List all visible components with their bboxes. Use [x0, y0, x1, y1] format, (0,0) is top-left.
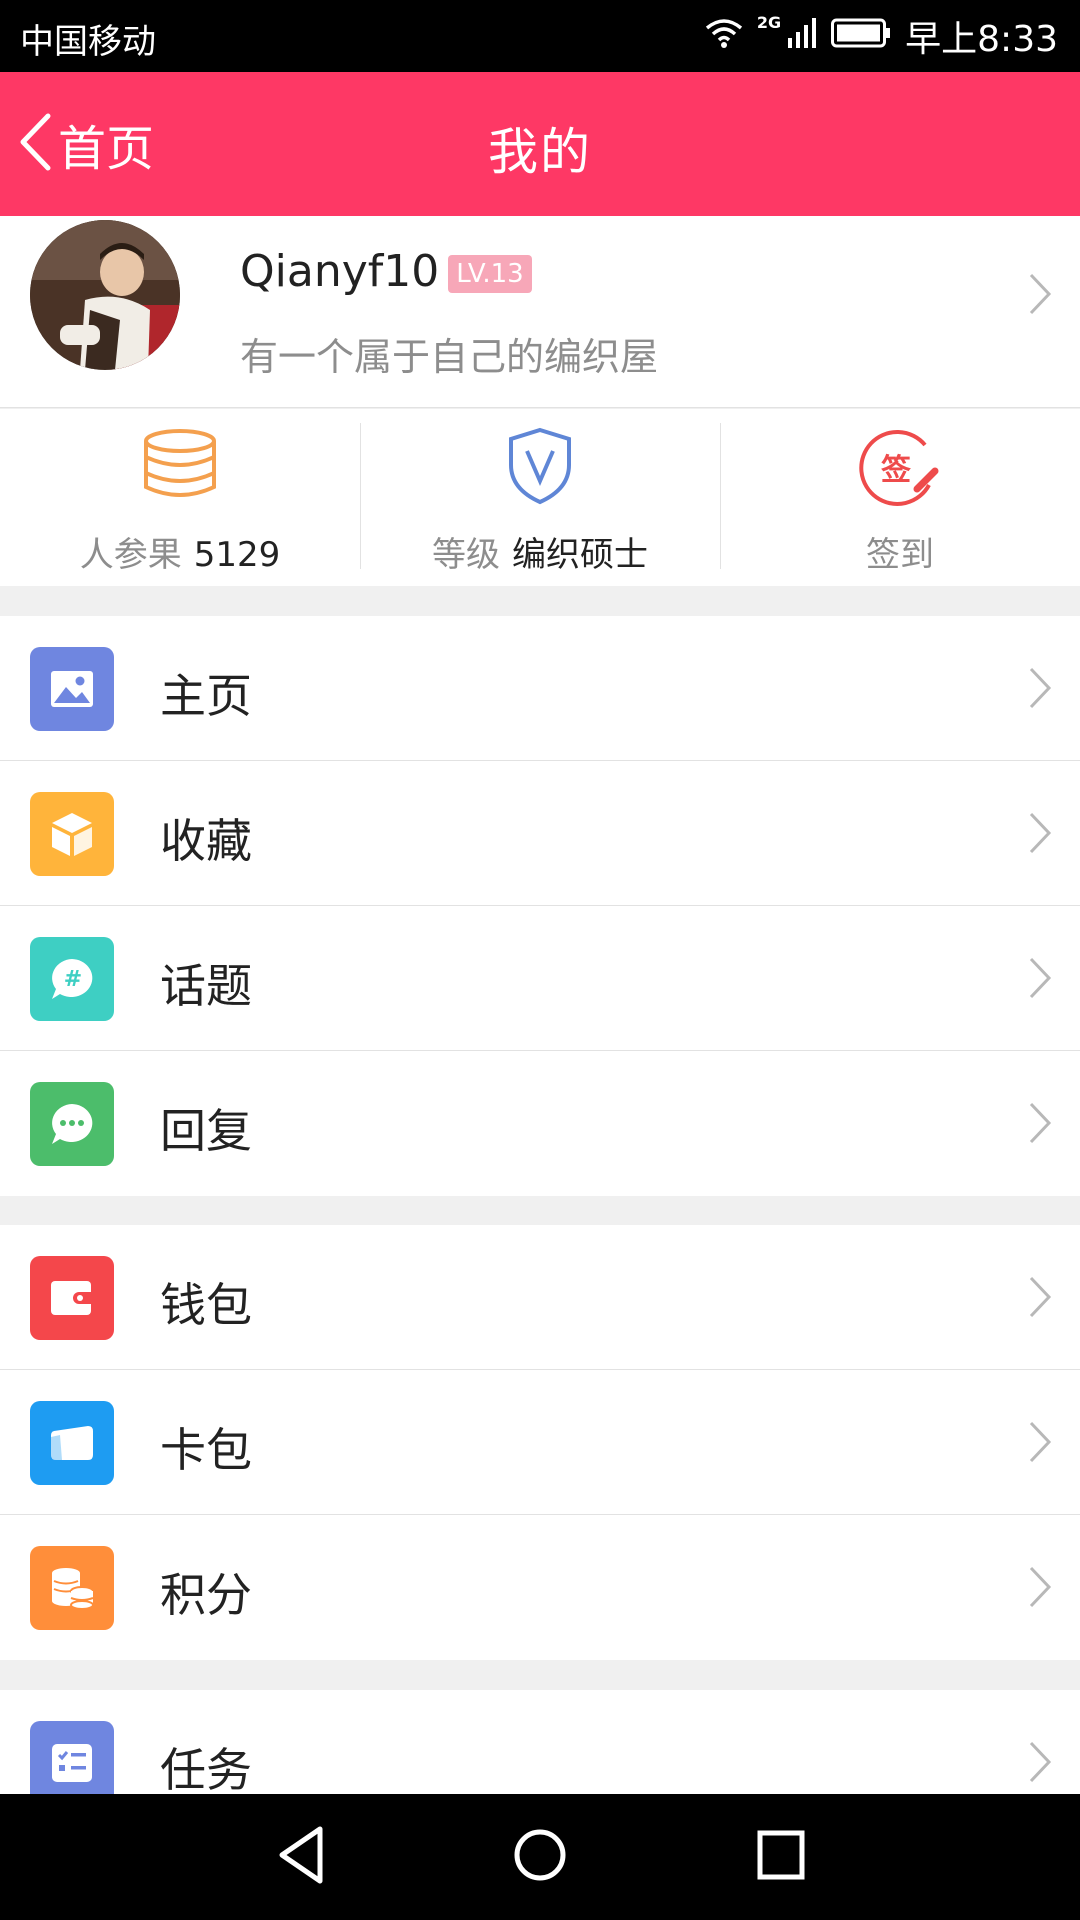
- menu-item-label: 主页: [160, 669, 252, 723]
- nav-back-button[interactable]: [276, 1824, 326, 1890]
- nav-home-button[interactable]: [512, 1824, 568, 1890]
- signal-icon: [787, 16, 817, 57]
- stat-label: 人参果: [79, 535, 182, 575]
- menu-item-label: 话题: [160, 959, 252, 1013]
- stat-level[interactable]: 等级 编织硕士: [360, 409, 720, 586]
- clock: 早上8:33: [905, 19, 1058, 60]
- chevron-right-icon: [1028, 811, 1052, 859]
- shield-v-icon: [507, 427, 573, 509]
- menu-item-label: 回复: [160, 1104, 252, 1158]
- box-icon: [30, 792, 114, 876]
- user-signature: 有一个属于自己的编织屋: [240, 335, 659, 379]
- nav-recents-button[interactable]: [756, 1824, 806, 1890]
- stat-sign-in[interactable]: 签 签到: [720, 409, 1080, 586]
- menu-item-label: 任务: [160, 1743, 252, 1797]
- stat-label: 签到: [866, 535, 934, 575]
- image-icon: [30, 647, 114, 731]
- menu-item-label: 钱包: [160, 1278, 252, 1332]
- menu-item-label: 收藏: [160, 814, 252, 868]
- task-list-icon: [30, 1721, 114, 1805]
- chevron-right-icon: [1028, 1101, 1052, 1149]
- status-icons: 2G 早上8:33: [705, 10, 1058, 62]
- stats-bar: 人参果 5129 等级 编织硕士 签 签到: [0, 409, 1080, 586]
- status-bar: 中国移动 2G 早上8:33: [0, 0, 1080, 72]
- sign-in-stamp-icon: 签: [859, 427, 941, 511]
- carrier-name: 中国移动: [20, 22, 156, 62]
- stat-label: 等级: [432, 535, 500, 575]
- menu-group-2: 钱包 卡包 积分: [0, 1225, 1080, 1660]
- level-badge: LV.13: [448, 255, 532, 293]
- app-header: 首页 我的: [0, 72, 1080, 216]
- avatar[interactable]: [30, 220, 180, 370]
- network-type: 2G: [756, 12, 782, 32]
- stat-value: 5129: [193, 535, 281, 575]
- page-title: 我的: [488, 123, 592, 181]
- wallet-icon: [30, 1256, 114, 1340]
- chevron-right-icon: [1028, 1420, 1052, 1468]
- battery-icon: [831, 16, 891, 57]
- menu-item-favorites[interactable]: 收藏: [0, 761, 1080, 906]
- stat-ginseng-fruit[interactable]: 人参果 5129: [0, 409, 360, 586]
- profile-card[interactable]: Qianyf10 LV.13 有一个属于自己的编织屋: [0, 216, 1080, 408]
- chat-bubble-icon: [30, 1082, 114, 1166]
- menu-item-replies[interactable]: 回复: [0, 1051, 1080, 1196]
- menu-item-label: 积分: [160, 1568, 252, 1622]
- chevron-right-icon: [1028, 1275, 1052, 1323]
- wifi-icon: [705, 16, 743, 57]
- card-icon: [30, 1401, 114, 1485]
- menu-item-card-bag[interactable]: 卡包: [0, 1370, 1080, 1515]
- topic-hash-icon: #: [30, 937, 114, 1021]
- menu-item-points[interactable]: 积分: [0, 1515, 1080, 1660]
- menu-item-topics[interactable]: # 话题: [0, 906, 1080, 1051]
- coins-stack-icon: [142, 427, 218, 507]
- menu-item-wallet[interactable]: 钱包: [0, 1225, 1080, 1370]
- points-coins-icon: [30, 1546, 114, 1630]
- menu-item-label: 卡包: [160, 1423, 252, 1477]
- stat-value: 编织硕士: [512, 535, 648, 575]
- chevron-right-icon: [1028, 1740, 1052, 1788]
- chevron-right-icon: [1028, 666, 1052, 714]
- chevron-right-icon: [1028, 956, 1052, 1004]
- chevron-right-icon: [1028, 272, 1052, 320]
- menu-group-1: 主页 收藏 # 话题 回复: [0, 616, 1080, 1196]
- menu-item-homepage[interactable]: 主页: [0, 616, 1080, 761]
- system-navigation-bar: [0, 1794, 1080, 1920]
- chevron-right-icon: [1028, 1565, 1052, 1613]
- username: Qianyf10: [240, 246, 440, 297]
- svg-text:#: #: [64, 967, 82, 992]
- sign-in-stamp-text: 签: [881, 453, 911, 488]
